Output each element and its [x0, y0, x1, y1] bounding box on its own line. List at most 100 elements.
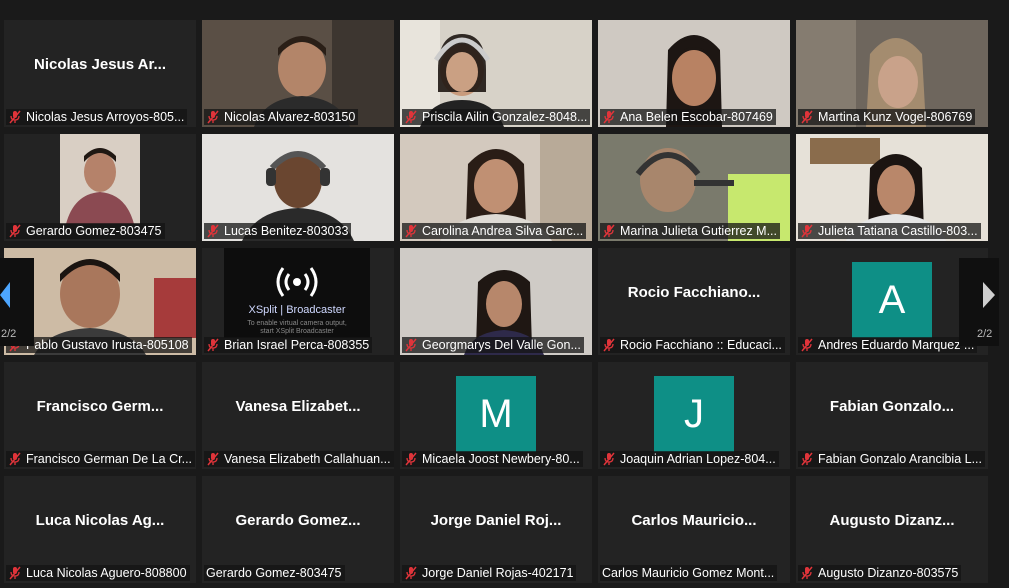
participant-tile[interactable]: Rocio Facchiano... Rocio Facchiano :: Ed…: [598, 248, 790, 355]
muted-mic-icon: [603, 338, 615, 352]
participant-name-label: Carlos Mauricio Gomez Mont...: [600, 565, 778, 581]
participant-name-text: Georgmarys Del Valle Gon...: [422, 338, 581, 352]
participant-tile[interactable]: Jorge Daniel Roj... Jorge Daniel Rojas-4…: [400, 476, 592, 583]
xsplit-placeholder: XSplit | Broadcaster To enable virtual c…: [224, 248, 370, 338]
participant-tile[interactable]: Marina Julieta Gutierrez M...: [598, 134, 790, 241]
participant-name-label: Jorge Daniel Rojas-402171: [402, 565, 577, 581]
participant-tile[interactable]: Lucas Benitez-803033: [202, 134, 394, 241]
participant-tile[interactable]: Gerardo Gomez-803475: [4, 134, 196, 241]
xsplit-subtitle: To enable virtual camera output, start X…: [247, 320, 347, 335]
participant-name-label: Andres Eduardo Marquez ...: [798, 337, 978, 353]
participant-tile[interactable]: Priscila Ailin Gonzalez-8048...: [400, 20, 592, 127]
participant-tile[interactable]: Nicolas Alvarez-803150: [202, 20, 394, 127]
participant-tile[interactable]: Francisco Germ... Francisco German De La…: [4, 362, 196, 469]
muted-mic-icon: [9, 452, 21, 466]
participant-name-text: Julieta Tatiana Castillo-803...: [818, 224, 978, 238]
participant-display-name: Carlos Mauricio...: [631, 512, 757, 529]
muted-mic-icon: [603, 224, 615, 238]
participant-tile[interactable]: Martina Kunz Vogel-806769: [796, 20, 988, 127]
participant-tile[interactable]: Carolina Andrea Silva Garc...: [400, 134, 592, 241]
muted-mic-icon: [801, 566, 813, 580]
participant-name-text: Marina Julieta Gutierrez M...: [620, 224, 777, 238]
participant-display-name: Augusto Dizanz...: [829, 512, 955, 529]
participant-name-label: Julieta Tatiana Castillo-803...: [798, 223, 981, 239]
muted-mic-icon: [9, 110, 21, 124]
next-page-button[interactable]: 2/2: [959, 258, 999, 346]
participant-tile[interactable]: Ana Belen Escobar-807469: [598, 20, 790, 127]
participant-name-text: Rocio Facchiano :: Educaci...: [620, 338, 782, 352]
muted-mic-icon: [405, 452, 417, 466]
participant-name-text: Carolina Andrea Silva Garc...: [422, 224, 584, 238]
chevron-left-icon: [0, 282, 10, 308]
participant-tile[interactable]: Luca Nicolas Ag... Luca Nicolas Aguero-8…: [4, 476, 196, 583]
participant-display-name: Jorge Daniel Roj...: [430, 512, 562, 529]
muted-mic-icon: [405, 110, 417, 124]
participant-name-label: Fabian Gonzalo Arancibia L...: [798, 451, 985, 467]
participant-name-text: Gerardo Gomez-803475: [26, 224, 162, 238]
participant-name-text: Francisco German De La Cr...: [26, 452, 193, 466]
muted-mic-icon: [207, 452, 219, 466]
broadcast-icon: [276, 267, 318, 297]
participant-tile[interactable]: Carlos Mauricio... Carlos Mauricio Gomez…: [598, 476, 790, 583]
participant-avatar: A: [852, 262, 932, 338]
muted-mic-icon: [801, 110, 813, 124]
muted-mic-icon: [9, 566, 21, 580]
participant-tile[interactable]: J Joaquin Adrian Lopez-804...: [598, 362, 790, 469]
participant-display-name: Gerardo Gomez...: [235, 512, 361, 529]
participant-name-text: Gerardo Gomez-803475: [206, 566, 342, 580]
participant-name-label: Ana Belen Escobar-807469: [600, 109, 776, 125]
participant-name-text: Priscila Ailin Gonzalez-8048...: [422, 110, 588, 124]
participant-name-text: Vanesa Elizabeth Callahuan...: [224, 452, 391, 466]
participant-name-label: Georgmarys Del Valle Gon...: [402, 337, 584, 353]
participant-tile[interactable]: Gerardo Gomez... Gerardo Gomez-803475: [202, 476, 394, 583]
participant-name-label: Rocio Facchiano :: Educaci...: [600, 337, 785, 353]
participant-name-text: Brian Israel Perca-808355: [224, 338, 370, 352]
muted-mic-icon: [801, 224, 813, 238]
participant-name-label: Vanesa Elizabeth Callahuan...: [204, 451, 394, 467]
muted-mic-icon: [405, 224, 417, 238]
previous-page-button[interactable]: 2/2: [0, 258, 34, 346]
participant-name-text: Fabian Gonzalo Arancibia L...: [818, 452, 982, 466]
participant-avatar: M: [456, 376, 536, 452]
muted-mic-icon: [603, 110, 615, 124]
participant-name-text: Jorge Daniel Rojas-402171: [422, 566, 574, 580]
participant-tile[interactable]: Augusto Dizanz... Augusto Dizanzo-803575: [796, 476, 988, 583]
participant-name-text: Ana Belen Escobar-807469: [620, 110, 773, 124]
xsplit-title: XSplit | Broadcaster: [248, 304, 346, 316]
participant-name-label: Micaela Joost Newbery-80...: [402, 451, 583, 467]
participant-tile[interactable]: Vanesa Elizabet... Vanesa Elizabeth Call…: [202, 362, 394, 469]
muted-mic-icon: [801, 338, 813, 352]
participant-tile[interactable]: Fabian Gonzalo... Fabian Gonzalo Arancib…: [796, 362, 988, 469]
muted-mic-icon: [603, 452, 615, 466]
participant-avatar: J: [654, 376, 734, 452]
participant-name-label: Carolina Andrea Silva Garc...: [402, 223, 587, 239]
participant-name-text: Luca Nicolas Aguero-808800: [26, 566, 187, 580]
participant-tile[interactable]: Julieta Tatiana Castillo-803...: [796, 134, 988, 241]
muted-mic-icon: [405, 566, 417, 580]
participant-name-label: Brian Israel Perca-808355: [204, 337, 373, 353]
participant-name-text: Joaquin Adrian Lopez-804...: [620, 452, 776, 466]
participant-name-text: Pablo Gustavo Irusta-805108: [26, 338, 189, 352]
muted-mic-icon: [207, 110, 219, 124]
participant-tile[interactable]: XSplit | Broadcaster To enable virtual c…: [202, 248, 394, 355]
participant-name-text: Micaela Joost Newbery-80...: [422, 452, 580, 466]
page-indicator: 2/2: [1, 328, 17, 340]
video-grid: Nicolas Jesus Ar... Nicolas Jesus Arroyo…: [0, 0, 1009, 588]
chevron-right-icon: [983, 282, 995, 308]
participant-name-label: Lucas Benitez-803033: [204, 223, 352, 239]
participant-name-label: Gerardo Gomez-803475: [6, 223, 165, 239]
muted-mic-icon: [9, 224, 21, 238]
page-indicator: 2/2: [977, 328, 993, 340]
participant-name-label: Augusto Dizanzo-803575: [798, 565, 962, 581]
muted-mic-icon: [207, 338, 219, 352]
participant-tile[interactable]: Georgmarys Del Valle Gon...: [400, 248, 592, 355]
participant-tile[interactable]: Nicolas Jesus Ar... Nicolas Jesus Arroyo…: [4, 20, 196, 127]
participant-name-text: Augusto Dizanzo-803575: [818, 566, 959, 580]
participant-name-label: Marina Julieta Gutierrez M...: [600, 223, 780, 239]
participant-tile[interactable]: M Micaela Joost Newbery-80...: [400, 362, 592, 469]
participant-display-name: Rocio Facchiano...: [627, 284, 761, 301]
participant-display-name: Luca Nicolas Ag...: [35, 512, 165, 529]
participant-name-label: Nicolas Alvarez-803150: [204, 109, 359, 125]
participant-name-label: Priscila Ailin Gonzalez-8048...: [402, 109, 591, 125]
muted-mic-icon: [207, 224, 219, 238]
